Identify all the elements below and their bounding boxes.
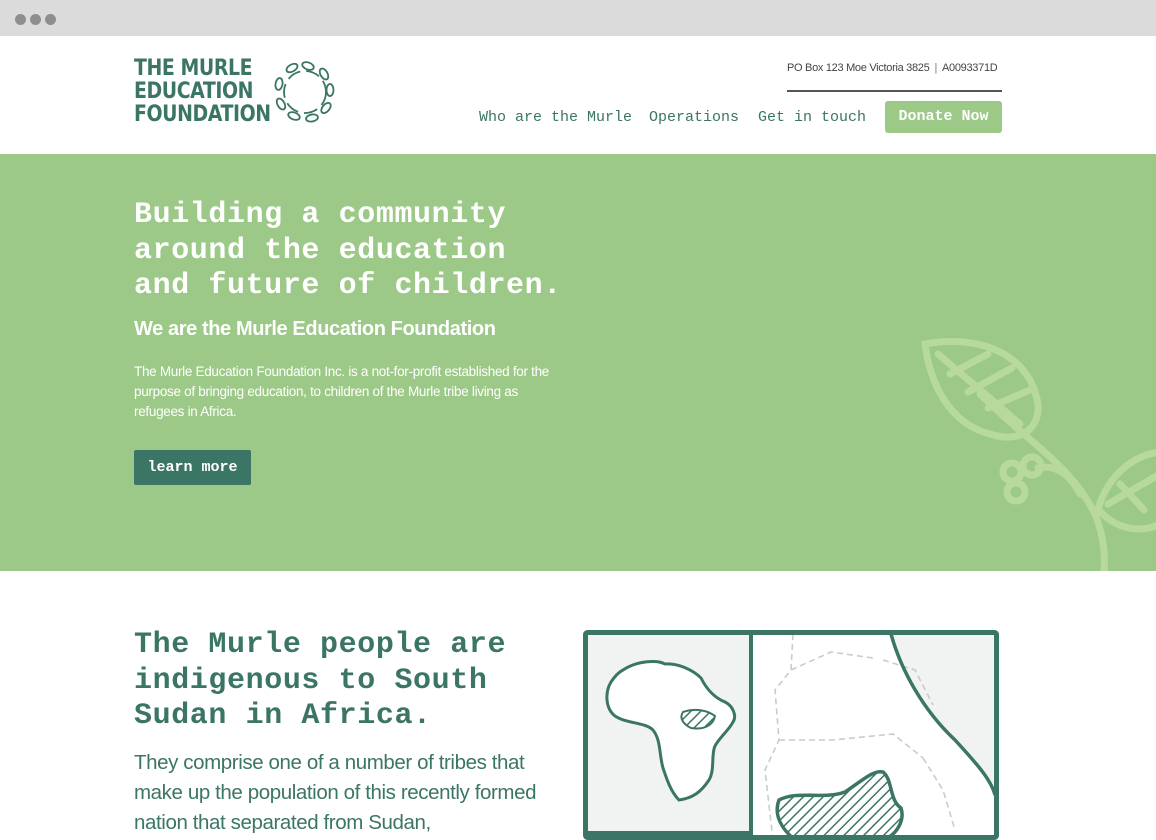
hero-title-line-2: around the education xyxy=(134,233,507,268)
postal-address: PO Box 123 Moe Victoria 3825 xyxy=(787,62,930,74)
hero-title-line-1: Building a community xyxy=(134,198,507,232)
section-title-line-1: The Murle people are xyxy=(134,628,507,662)
africa-south-sudan-map-icon xyxy=(583,630,999,840)
nav-operations[interactable]: Operations xyxy=(649,109,739,126)
logo-line-2: EDUCATION xyxy=(134,79,254,104)
logo-line-1: THE MURLE xyxy=(134,56,253,81)
registration-number: A0093371D xyxy=(942,62,998,74)
section-title-line-2: indigenous to South xyxy=(134,663,488,698)
hero-title: Building a community around the educatio… xyxy=(134,198,614,305)
nav-who-are-the-murle[interactable]: Who are the Murle xyxy=(479,109,632,126)
hero-title-line-3: and future of children. xyxy=(134,269,562,303)
section-title-line-3: Sudan in Africa. xyxy=(134,699,432,733)
window-minimize-dot[interactable] xyxy=(30,14,41,25)
window-maximize-dot[interactable] xyxy=(45,14,56,25)
hero-description: The Murle Education Foundation Inc. is a… xyxy=(134,364,549,419)
learn-more-button[interactable]: learn more xyxy=(134,450,251,485)
site-logo[interactable]: THE MURLE EDUCATION FOUNDATION xyxy=(134,56,271,127)
hero-section: Building a community around the educatio… xyxy=(0,154,1156,571)
donate-now-button[interactable]: Donate Now xyxy=(885,101,1002,133)
section-title: The Murle people are indigenous to South… xyxy=(134,628,574,735)
contact-separator: | xyxy=(934,62,937,74)
browser-title-bar xyxy=(0,0,1156,36)
contact-info: PO Box 123 Moe Victoria 3825 | A0093371D xyxy=(787,62,1002,92)
leaf-wreath-icon xyxy=(274,61,335,123)
section-description: They comprise one of a number of tribes … xyxy=(134,751,537,834)
window-close-dot[interactable] xyxy=(15,14,26,25)
plant-leaves-icon xyxy=(921,338,1156,571)
nav-get-in-touch[interactable]: Get in touch xyxy=(758,109,866,126)
site-header: THE MURLE EDUCATION FOUNDATION PO Box 12… xyxy=(0,36,1156,154)
logo-line-3: FOUNDATION xyxy=(134,102,271,127)
hero-subtitle: We are the Murle Education Foundation xyxy=(134,318,496,340)
